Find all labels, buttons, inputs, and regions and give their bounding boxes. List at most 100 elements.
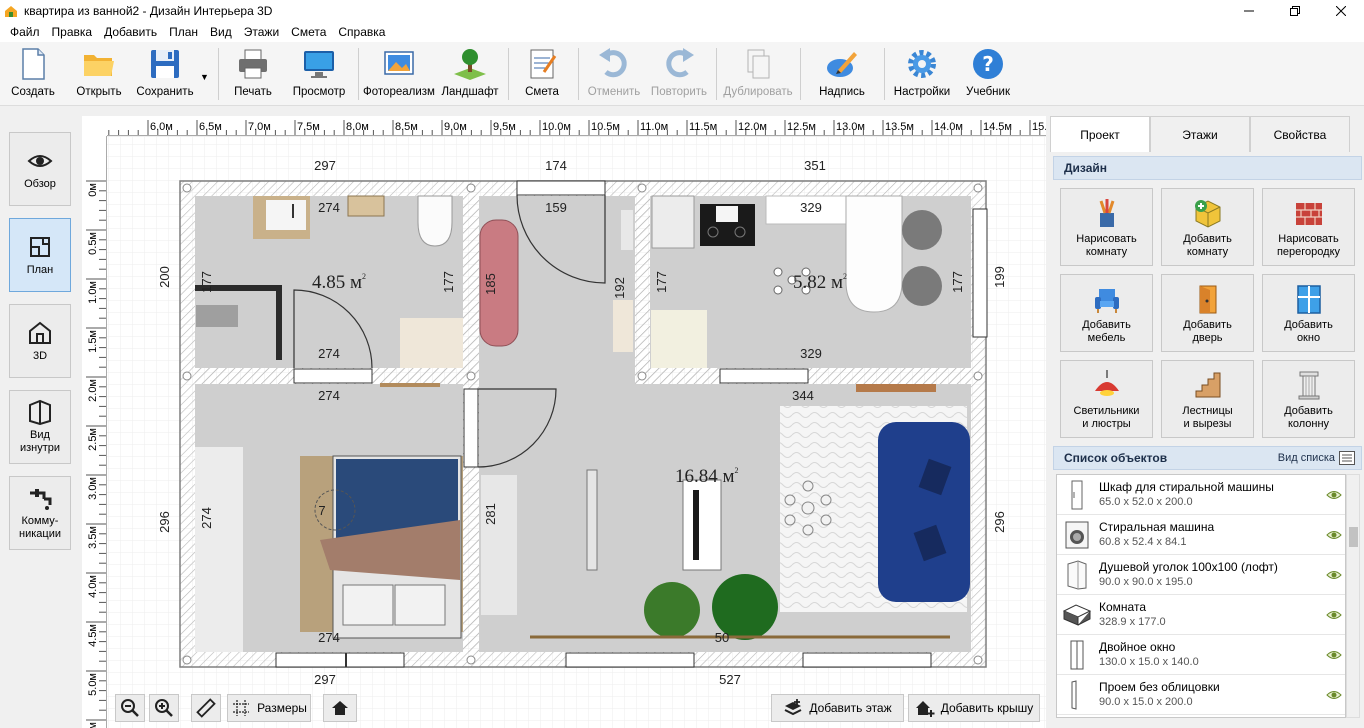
bedroom-door[interactable]: [463, 388, 479, 468]
menu-add[interactable]: Добавить: [98, 25, 163, 39]
visibility-eye-icon[interactable]: [1326, 649, 1342, 661]
add-door-button[interactable]: Добавить дверь: [1161, 274, 1254, 352]
open-button[interactable]: Открыть: [70, 46, 128, 102]
floor-plan-canvas[interactable]: 297 174 351 297 527 274 274 159 329 329 …: [107, 137, 1046, 728]
living-window[interactable]: [802, 652, 932, 668]
floor-plan-drawing: 297 174 351 297 527 274 274 159 329 329 …: [107, 137, 1046, 728]
dimensions-toggle-button[interactable]: Размеры: [227, 694, 311, 722]
tutorial-button[interactable]: ? Учебник: [960, 46, 1016, 102]
menu-plan[interactable]: План: [163, 25, 204, 39]
corridor-cabinet[interactable]: [613, 300, 633, 352]
menu-view[interactable]: Вид: [204, 25, 238, 39]
console-table[interactable]: [856, 384, 936, 392]
add-column-button[interactable]: Добавить колонну: [1262, 360, 1355, 438]
communications-button[interactable]: Комму-никации: [9, 476, 71, 550]
shower-tray[interactable]: [196, 305, 238, 327]
kitchen-passage[interactable]: [719, 368, 809, 384]
visibility-eye-icon[interactable]: [1326, 609, 1342, 621]
menu-floors[interactable]: Этажи: [238, 25, 285, 39]
estimate-button[interactable]: Смета: [516, 46, 568, 102]
view-3d-button[interactable]: 3D: [9, 304, 71, 378]
entrance-door[interactable]: [516, 180, 606, 196]
toilet[interactable]: [417, 195, 453, 247]
dim-bath-top: 274: [318, 200, 340, 215]
zoom-in-button[interactable]: [149, 694, 179, 722]
kitchen-sink[interactable]: [651, 195, 695, 249]
object-name: Шкаф для стиральной машины: [1099, 480, 1274, 494]
photorealism-button[interactable]: Фотореализм: [362, 46, 436, 102]
bathroom-door[interactable]: [293, 368, 373, 384]
overview-button[interactable]: Обзор: [9, 132, 71, 206]
list-item[interactable]: Комната 328.9 x 177.0: [1057, 595, 1345, 635]
add-furniture-label: Добавить мебель: [1082, 319, 1131, 344]
save-button[interactable]: Сохранить: [132, 46, 198, 102]
sofa[interactable]: [878, 422, 970, 602]
measure-tool-button[interactable]: [191, 694, 221, 722]
menu-help[interactable]: Справка: [332, 25, 391, 39]
kitchen-chair[interactable]: [902, 266, 942, 306]
draw-partition-button[interactable]: Нарисовать перегородку: [1262, 188, 1355, 266]
inside-view-button[interactable]: Вид изнутри: [9, 390, 71, 464]
washing-machine-cabinet[interactable]: [347, 195, 385, 217]
visibility-eye-icon[interactable]: [1326, 569, 1342, 581]
kitchen-chair[interactable]: [902, 210, 942, 250]
tab-properties[interactable]: Свойства: [1250, 116, 1350, 152]
landscape-button[interactable]: Ландшафт: [440, 46, 500, 102]
zoom-out-button[interactable]: [115, 694, 145, 722]
home-view-button[interactable]: [323, 694, 357, 722]
kitchen-cabinet[interactable]: [651, 310, 707, 368]
create-button[interactable]: Создать: [6, 46, 60, 102]
list-view-icon[interactable]: [1339, 451, 1355, 465]
dim-corridor-192: 192: [612, 277, 627, 299]
list-item[interactable]: Стиральная машина 60.8 x 52.4 x 84.1: [1057, 515, 1345, 555]
bedroom-wardrobe[interactable]: [195, 447, 243, 652]
washing-machine[interactable]: [400, 318, 463, 368]
tab-project[interactable]: Проект: [1050, 116, 1150, 152]
object-list-scrollbar[interactable]: [1346, 474, 1360, 718]
list-item[interactable]: Двойное окно 130.0 x 15.0 x 140.0: [1057, 635, 1345, 675]
scrollbar-thumb[interactable]: [1349, 527, 1358, 547]
list-item[interactable]: Шкаф для стиральной машины 65.0 x 52.0 x …: [1057, 475, 1345, 515]
menu-file[interactable]: Файл: [4, 25, 46, 39]
redo-button[interactable]: Повторить: [648, 46, 710, 102]
undo-label: Отменить: [587, 86, 641, 98]
add-floor-button[interactable]: Добавить этаж: [771, 694, 904, 722]
list-item[interactable]: Душевой уголок 100х100 (лофт) 90.0 x 90.0…: [1057, 555, 1345, 595]
close-button[interactable]: [1318, 0, 1364, 22]
room-interior-icon: [29, 399, 51, 425]
draw-room-button[interactable]: Нарисовать комнату: [1060, 188, 1153, 266]
lights-button[interactable]: Светильники и люстры: [1060, 360, 1153, 438]
coat-rack[interactable]: [621, 210, 633, 250]
living-window[interactable]: [565, 652, 695, 668]
floor-lamp[interactable]: [586, 469, 598, 571]
stairs-button[interactable]: Лестницы и вырезы: [1161, 360, 1254, 438]
menu-edit[interactable]: Правка: [46, 25, 99, 39]
kitchen-window[interactable]: [972, 208, 988, 338]
add-room-button[interactable]: Добавить комнату: [1161, 188, 1254, 266]
list-item[interactable]: Проем без облицовки 90.0 x 15.0 x 200.0: [1057, 675, 1345, 715]
undo-button[interactable]: Отменить: [584, 46, 644, 102]
maximize-button[interactable]: [1272, 0, 1318, 22]
minimize-button[interactable]: [1226, 0, 1272, 22]
add-roof-button[interactable]: Добавить крышу: [908, 694, 1040, 722]
bedroom-window[interactable]: [275, 652, 405, 668]
menu-estimate[interactable]: Смета: [285, 25, 332, 39]
fridge[interactable]: [845, 195, 903, 313]
add-furniture-button[interactable]: Добавить мебель: [1060, 274, 1153, 352]
preview-button[interactable]: Просмотр: [288, 46, 350, 102]
view-list-button[interactable]: Вид списка: [1278, 452, 1335, 464]
tv-stand[interactable]: [682, 479, 722, 571]
save-dropdown-arrow-icon[interactable]: ▼: [200, 72, 209, 82]
visibility-eye-icon[interactable]: [1326, 529, 1342, 541]
print-button[interactable]: Печать: [228, 46, 278, 102]
caption-button[interactable]: Надпись: [812, 46, 872, 102]
plant[interactable]: [644, 582, 700, 638]
duplicate-button[interactable]: Дублировать: [720, 46, 796, 102]
visibility-eye-icon[interactable]: [1326, 689, 1342, 701]
visibility-eye-icon[interactable]: [1326, 489, 1342, 501]
plan-button[interactable]: План: [9, 218, 71, 292]
add-window-button[interactable]: Добавить окно: [1262, 274, 1355, 352]
tab-floors[interactable]: Этажи: [1150, 116, 1250, 152]
wardrobe[interactable]: [481, 475, 517, 615]
settings-button[interactable]: Настройки: [890, 46, 954, 102]
